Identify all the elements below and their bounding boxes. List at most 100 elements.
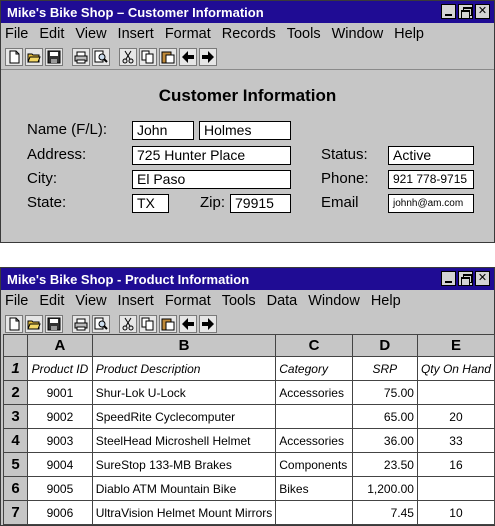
cell[interactable]: 9003 — [27, 428, 93, 453]
cell[interactable]: SureStop 133-MB Brakes — [91, 452, 277, 477]
state-field[interactable]: TX — [132, 194, 169, 213]
print-button[interactable] — [72, 48, 90, 66]
row-header[interactable]: 5 — [2, 452, 29, 477]
paste-button[interactable] — [159, 48, 177, 66]
cell[interactable]: Shur-Lok U-Lock — [91, 380, 277, 405]
close-button[interactable]: ✕ — [475, 4, 490, 19]
cell[interactable]: Bikes — [275, 476, 353, 501]
cell[interactable]: Category — [275, 356, 353, 381]
row-header[interactable]: 3 — [2, 404, 29, 429]
restore-button[interactable] — [458, 271, 473, 286]
row-header[interactable]: 6 — [2, 476, 29, 501]
cell[interactable]: 65.00 — [351, 404, 418, 429]
cell[interactable]: 9005 — [27, 476, 93, 501]
status-field[interactable]: Active — [388, 146, 474, 165]
restore-button[interactable] — [458, 4, 473, 19]
forward-button[interactable] — [199, 48, 217, 66]
menu-data[interactable]: Data — [267, 293, 298, 309]
menu-records[interactable]: Records — [222, 26, 276, 42]
first-name-field[interactable]: John — [132, 121, 194, 140]
copy-button[interactable] — [139, 48, 157, 66]
select-all-corner[interactable] — [2, 334, 29, 357]
cell[interactable]: Components — [275, 452, 353, 477]
cell[interactable]: Qty On Hand — [416, 356, 495, 381]
new-button[interactable] — [5, 315, 23, 333]
column-header-a[interactable]: A — [27, 334, 93, 357]
print-button[interactable] — [72, 315, 90, 333]
cell[interactable]: Product ID — [27, 356, 93, 381]
copy-button[interactable] — [139, 315, 157, 333]
cell[interactable]: 9006 — [27, 500, 93, 525]
print-preview-button[interactable] — [92, 315, 110, 333]
menu-format[interactable]: Format — [165, 26, 211, 42]
cell[interactable]: SRP — [351, 356, 418, 381]
title-bar[interactable]: Mike's Bike Shop – Customer Information … — [1, 1, 494, 23]
column-header-c[interactable]: C — [275, 334, 353, 357]
title-bar[interactable]: Mike's Bike Shop - Product Information ✕ — [1, 268, 494, 290]
row-header[interactable]: 4 — [2, 428, 29, 453]
cell[interactable]: SpeedRite Cyclecomputer — [91, 404, 277, 429]
row-header[interactable]: 7 — [2, 500, 29, 525]
zip-field[interactable]: 79915 — [230, 194, 291, 213]
cell[interactable]: UltraVision Helmet Mount Mirrors — [91, 500, 277, 525]
menu-view[interactable]: View — [75, 293, 106, 309]
open-button[interactable] — [25, 315, 43, 333]
address-field[interactable]: 725 Hunter Place — [132, 146, 291, 165]
cell[interactable]: 23.50 — [351, 452, 418, 477]
row-header[interactable]: 1 — [2, 356, 29, 381]
column-header-b[interactable]: B — [91, 334, 277, 357]
last-name-field[interactable]: Holmes — [199, 121, 291, 140]
cell[interactable] — [275, 404, 353, 429]
print-preview-button[interactable] — [92, 48, 110, 66]
cell[interactable]: 36.00 — [351, 428, 418, 453]
menu-view[interactable]: View — [75, 26, 106, 42]
minimize-button[interactable] — [441, 271, 456, 286]
cell[interactable]: 20 — [416, 404, 495, 429]
menu-edit[interactable]: Edit — [39, 293, 64, 309]
row-header[interactable]: 2 — [2, 380, 29, 405]
save-button[interactable] — [45, 315, 63, 333]
cell[interactable]: 9001 — [27, 380, 93, 405]
menu-file[interactable]: File — [5, 293, 28, 309]
menu-format[interactable]: Format — [165, 293, 211, 309]
open-button[interactable] — [25, 48, 43, 66]
save-button[interactable] — [45, 48, 63, 66]
back-button[interactable] — [179, 315, 197, 333]
cell[interactable] — [416, 380, 495, 405]
back-button[interactable] — [179, 48, 197, 66]
column-header-d[interactable]: D — [351, 334, 418, 357]
menu-help[interactable]: Help — [394, 26, 424, 42]
cell[interactable]: 33 — [416, 428, 495, 453]
column-header-e[interactable]: E — [416, 334, 495, 357]
menu-tools[interactable]: Tools — [287, 26, 321, 42]
menu-window[interactable]: Window — [332, 26, 384, 42]
phone-field[interactable]: 921 778-9715 — [388, 170, 474, 189]
cell[interactable] — [416, 476, 495, 501]
cell[interactable]: 16 — [416, 452, 495, 477]
cell[interactable]: 1,200.00 — [351, 476, 418, 501]
cut-button[interactable] — [119, 48, 137, 66]
cell[interactable]: 75.00 — [351, 380, 418, 405]
city-field[interactable]: El Paso — [132, 170, 291, 189]
cell[interactable]: SteelHead Microshell Helmet — [91, 428, 277, 453]
new-button[interactable] — [5, 48, 23, 66]
menu-file[interactable]: File — [5, 26, 28, 42]
forward-button[interactable] — [199, 315, 217, 333]
cell[interactable]: 10 — [416, 500, 495, 525]
minimize-button[interactable] — [441, 4, 456, 19]
menu-window[interactable]: Window — [308, 293, 360, 309]
cut-button[interactable] — [119, 315, 137, 333]
cell[interactable]: Accessories — [275, 380, 353, 405]
menu-edit[interactable]: Edit — [39, 26, 64, 42]
cell[interactable]: 7.45 — [351, 500, 418, 525]
email-field[interactable]: johnh@am.com — [388, 194, 474, 213]
cell[interactable]: Accessories — [275, 428, 353, 453]
menu-insert[interactable]: Insert — [118, 293, 154, 309]
cell[interactable]: Product Description — [91, 356, 277, 381]
paste-button[interactable] — [159, 315, 177, 333]
menu-insert[interactable]: Insert — [118, 26, 154, 42]
menu-help[interactable]: Help — [371, 293, 401, 309]
menu-tools[interactable]: Tools — [222, 293, 256, 309]
cell[interactable]: 9004 — [27, 452, 93, 477]
cell[interactable]: 9002 — [27, 404, 93, 429]
